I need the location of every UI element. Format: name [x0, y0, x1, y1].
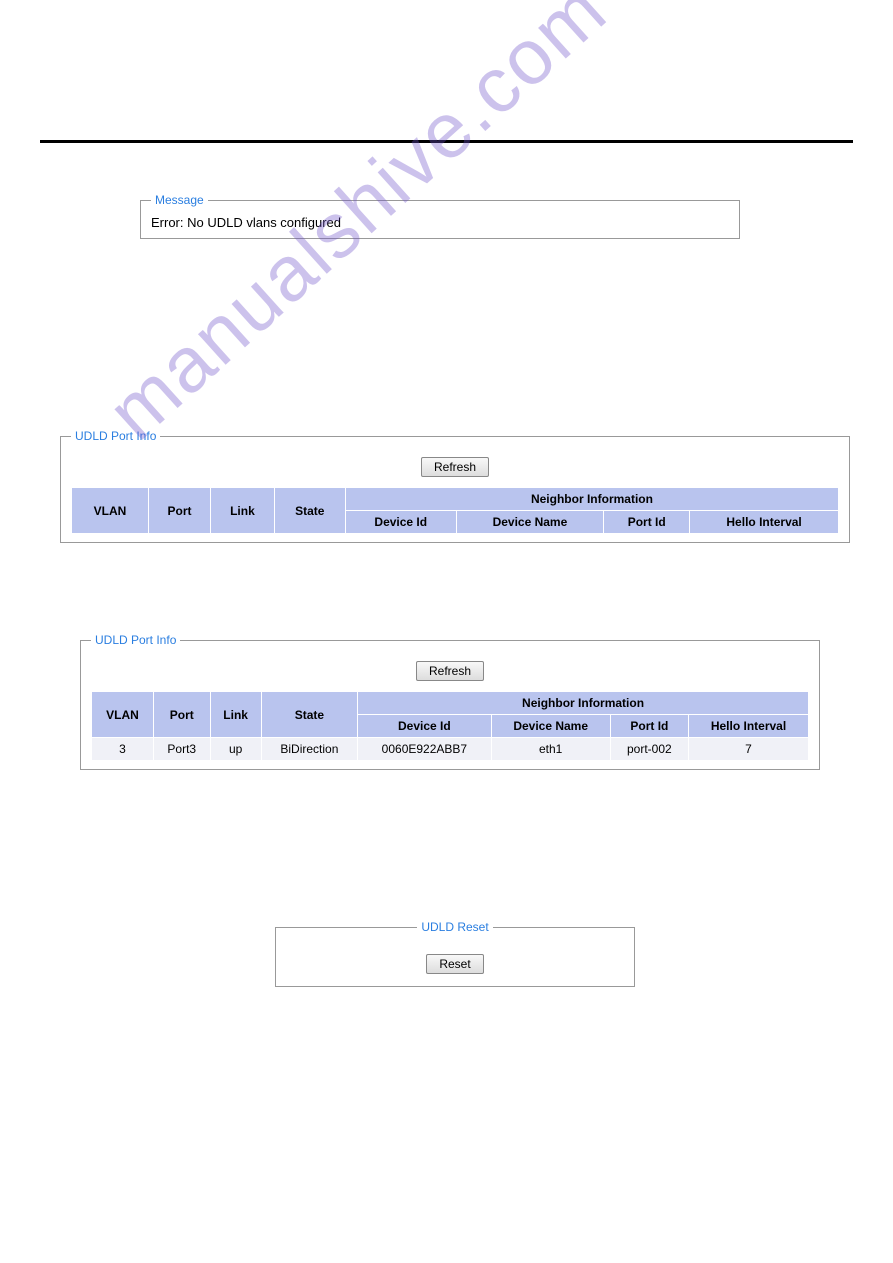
cell-state: BiDirection	[261, 738, 357, 761]
header-device-id: Device Id	[358, 715, 492, 738]
cell-link: up	[210, 738, 261, 761]
udld-port-info-1-legend: UDLD Port Info	[71, 429, 160, 443]
message-text: Error: No UDLD vlans configured	[151, 215, 729, 230]
refresh-button[interactable]: Refresh	[421, 457, 489, 477]
message-legend: Message	[151, 193, 208, 207]
cell-vlan: 3	[92, 738, 154, 761]
header-port-id: Port Id	[604, 511, 690, 534]
udld-port-info-1: UDLD Port Info Refresh VLAN Port Link St…	[60, 429, 850, 543]
header-neighbor-group: Neighbor Information	[345, 488, 838, 511]
horizontal-rule	[40, 140, 853, 143]
header-state: State	[274, 488, 345, 534]
header-port: Port	[148, 488, 210, 534]
udld-reset-fieldset: UDLD Reset Reset	[275, 920, 635, 987]
udld-port-info-2: UDLD Port Info Refresh VLAN Port Link St…	[80, 633, 820, 770]
header-vlan: VLAN	[72, 488, 149, 534]
table-row: 3 Port3 up BiDirection 0060E922ABB7 eth1…	[92, 738, 809, 761]
header-link: Link	[210, 692, 261, 738]
header-port: Port	[153, 692, 210, 738]
message-fieldset: Message Error: No UDLD vlans configured	[140, 193, 740, 239]
cell-port: Port3	[153, 738, 210, 761]
header-port-id: Port Id	[610, 715, 688, 738]
header-device-name: Device Name	[456, 511, 604, 534]
header-hello-interval: Hello Interval	[690, 511, 839, 534]
reset-button[interactable]: Reset	[426, 954, 483, 974]
header-state: State	[261, 692, 357, 738]
cell-port-id: port-002	[610, 738, 688, 761]
udld-reset-legend: UDLD Reset	[417, 920, 492, 934]
refresh-button[interactable]: Refresh	[416, 661, 484, 681]
header-hello-interval: Hello Interval	[689, 715, 809, 738]
header-device-id: Device Id	[345, 511, 456, 534]
cell-device-id: 0060E922ABB7	[358, 738, 492, 761]
udld-port-table-1: VLAN Port Link State Neighbor Informatio…	[71, 487, 839, 534]
header-device-name: Device Name	[491, 715, 610, 738]
cell-hello-interval: 7	[689, 738, 809, 761]
cell-device-name: eth1	[491, 738, 610, 761]
header-vlan: VLAN	[92, 692, 154, 738]
udld-port-table-2: VLAN Port Link State Neighbor Informatio…	[91, 691, 809, 761]
header-neighbor-group: Neighbor Information	[358, 692, 809, 715]
header-link: Link	[211, 488, 274, 534]
udld-port-info-2-legend: UDLD Port Info	[91, 633, 180, 647]
